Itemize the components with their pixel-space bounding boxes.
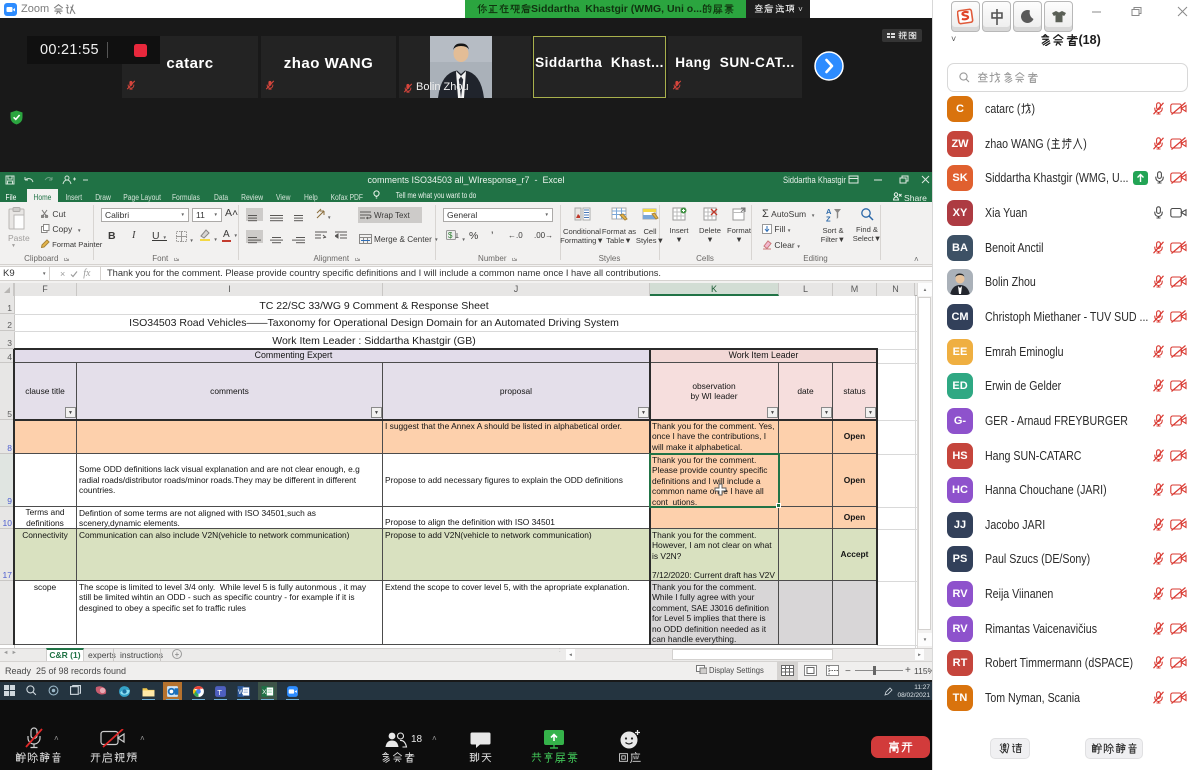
svg-text:T: T [217,687,222,696]
svg-text:X: X [262,689,267,696]
svg-text:Z: Z [826,215,831,223]
svg-text:W: W [238,689,245,696]
svg-text:$: $ [448,231,453,240]
